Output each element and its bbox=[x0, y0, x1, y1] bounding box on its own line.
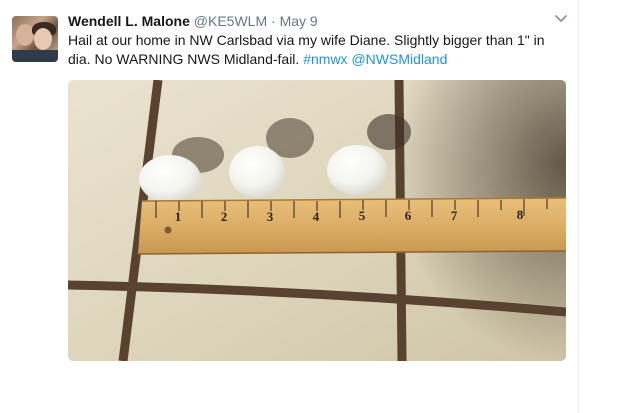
ruler-number-7: 7 bbox=[451, 208, 458, 223]
ruler-number-6: 6 bbox=[405, 208, 412, 223]
ruler-number-1: 1 bbox=[175, 209, 182, 224]
column-divider bbox=[578, 0, 579, 413]
tweet-text: Hail at our home in NW Carlsbad via my w… bbox=[68, 31, 568, 69]
ruler-number-4: 4 bbox=[313, 209, 320, 224]
author-avatar[interactable] bbox=[12, 16, 58, 62]
tweet-header: Wendell L. Malone @KE5WLM · May 9 bbox=[68, 12, 318, 30]
author-handle[interactable]: @KE5WLM bbox=[194, 13, 267, 29]
author-name[interactable]: Wendell L. Malone bbox=[68, 13, 190, 29]
ruler-number-2: 2 bbox=[221, 209, 228, 224]
ruler-number-3: 3 bbox=[267, 209, 274, 224]
hashtag-link[interactable]: #nmwx bbox=[303, 51, 347, 67]
ruler-number-5: 5 bbox=[359, 208, 366, 223]
chevron-down-icon[interactable] bbox=[553, 12, 569, 26]
ruler-number-8: 8 bbox=[517, 207, 524, 222]
meta-separator: · bbox=[271, 13, 276, 29]
tweet-timestamp[interactable]: May 9 bbox=[280, 13, 318, 29]
hail-photo-illustration: 1 2 3 4 5 6 7 8 bbox=[68, 80, 566, 361]
ruler: 1 2 3 4 5 6 7 8 bbox=[137, 197, 566, 255]
mention-link[interactable]: @NWSMidland bbox=[351, 51, 447, 67]
tweet-photo[interactable]: 1 2 3 4 5 6 7 8 bbox=[68, 80, 566, 361]
tweet-card[interactable]: Wendell L. Malone @KE5WLM · May 9 Hail a… bbox=[0, 0, 590, 413]
